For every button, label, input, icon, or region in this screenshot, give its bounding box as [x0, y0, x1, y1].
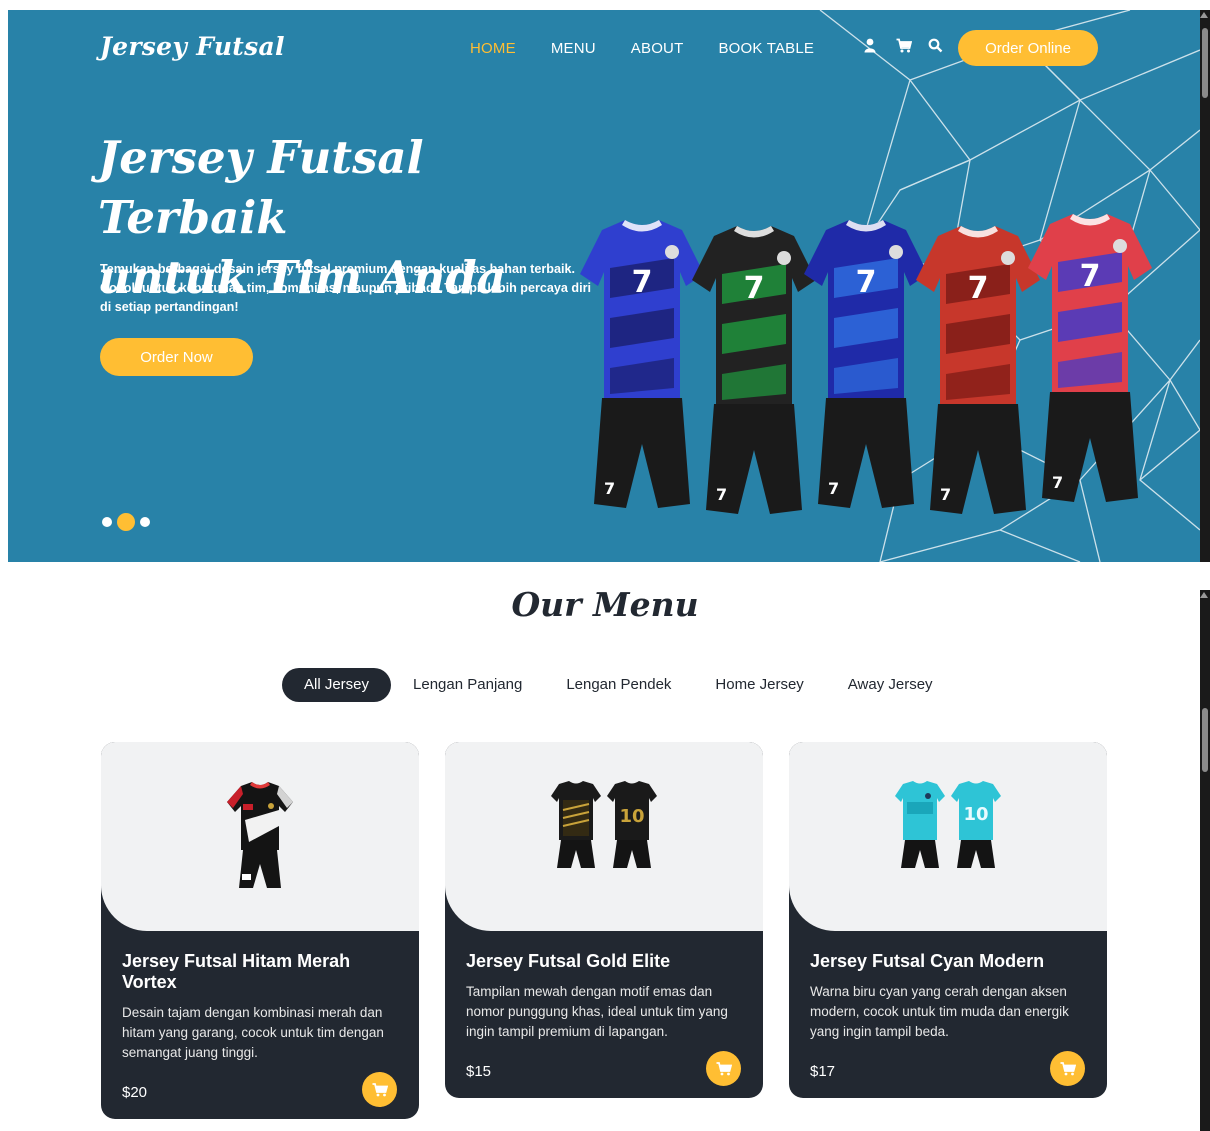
cart-icon — [1060, 1061, 1076, 1075]
add-to-cart-button[interactable] — [706, 1051, 741, 1086]
filter-lengan-pendek[interactable]: Lengan Pendek — [544, 668, 693, 702]
svg-text:7: 7 — [744, 271, 765, 306]
jersey-black-red-image — [227, 782, 293, 888]
cart-icon — [372, 1082, 388, 1096]
card-price: $15 — [466, 1063, 492, 1080]
svg-text:7: 7 — [828, 479, 839, 498]
card-description: Desain tajam dengan kombinasi merah dan … — [122, 1005, 384, 1060]
svg-text:7: 7 — [940, 485, 951, 504]
card-description: Tampilan mewah dengan motif emas dan nom… — [466, 984, 728, 1039]
add-to-cart-button[interactable] — [362, 1072, 397, 1107]
search-icon[interactable] — [928, 38, 944, 56]
svg-text:7: 7 — [1052, 473, 1063, 492]
card-price: $20 — [122, 1084, 148, 1101]
card-title: Jersey Futsal Gold Elite — [466, 951, 671, 971]
nav-icon-group — [864, 38, 944, 56]
cart-icon — [716, 1061, 732, 1075]
menu-card: 10 Jersey Futsal Gold Elite Tampilan mew… — [445, 742, 763, 1098]
card-image-area — [101, 742, 419, 931]
hero-jersey-3: 77 — [804, 220, 928, 508]
card-description: Warna biru cyan yang cerah dengan aksen … — [810, 984, 1069, 1039]
svg-text:10: 10 — [963, 804, 988, 825]
nav-link-about[interactable]: ABOUT — [631, 40, 684, 57]
filter-home-jersey[interactable]: Home Jersey — [693, 668, 825, 702]
svg-text:7: 7 — [968, 271, 989, 306]
svg-text:7: 7 — [1080, 259, 1101, 294]
carousel-dot-2[interactable] — [117, 513, 135, 531]
svg-text:7: 7 — [716, 485, 727, 504]
menu-filter-tabs: All Jersey Lengan Panjang Lengan Pendek … — [282, 668, 955, 702]
svg-text:7: 7 — [604, 479, 615, 498]
filter-away-jersey[interactable]: Away Jersey — [826, 668, 955, 702]
order-now-button[interactable]: Order Now — [100, 338, 253, 376]
hero-description: Temukan berbagai desain jersey futsal pr… — [100, 262, 591, 314]
hero-section: Jersey Futsal HOME MENU ABOUT BOOK TABLE… — [8, 10, 1200, 562]
scrollbar-top[interactable] — [1200, 10, 1210, 562]
filter-all-jersey[interactable]: All Jersey — [282, 668, 392, 702]
carousel-dot-3[interactable] — [140, 517, 150, 527]
site-logo[interactable]: Jersey Futsal — [100, 32, 285, 61]
hero-jersey-5: 77 — [1028, 214, 1152, 502]
nav-link-home[interactable]: HOME — [470, 40, 516, 57]
hero-jersey-4: 77 — [916, 226, 1040, 514]
card-image-area: 10 — [789, 742, 1107, 931]
menu-section-title: Our Menu — [511, 585, 699, 624]
cart-icon[interactable] — [896, 38, 913, 56]
hero-title-line-1: Jersey Futsal Terbaik — [98, 131, 424, 244]
card-price: $17 — [810, 1063, 836, 1080]
nav-link-menu[interactable]: MENU — [551, 40, 596, 57]
hero-jersey-2: 77 — [692, 226, 816, 514]
hero-jersey-1: 77 — [580, 220, 704, 508]
card-image-area: 10 — [445, 742, 763, 931]
svg-text:10: 10 — [619, 806, 644, 827]
card-title: Jersey Futsal Cyan Modern — [810, 951, 1045, 971]
menu-card: Jersey Futsal Hitam Merah Vortex Desain … — [101, 742, 419, 1119]
filter-lengan-panjang[interactable]: Lengan Panjang — [391, 668, 544, 702]
nav-link-book-table[interactable]: BOOK TABLE — [718, 40, 814, 57]
scrollbar-bottom[interactable] — [1200, 590, 1210, 1131]
svg-text:7: 7 — [856, 265, 877, 300]
jersey-gold-image: 10 — [551, 781, 657, 868]
add-to-cart-button[interactable] — [1050, 1051, 1085, 1086]
menu-card: 10 Jersey Futsal Cyan Modern Warna biru … — [789, 742, 1107, 1098]
hero-jersey-lineup-image: 7777777777 — [580, 214, 1152, 514]
card-title: Jersey Futsal Hitam Merah Vortex — [122, 951, 351, 992]
carousel-dot-1[interactable] — [102, 517, 112, 527]
user-icon[interactable] — [864, 38, 880, 56]
svg-text:7: 7 — [632, 265, 653, 300]
order-online-button[interactable]: Order Online — [958, 30, 1098, 66]
jersey-cyan-image: 10 — [895, 781, 1001, 868]
main-navigation: HOME MENU ABOUT BOOK TABLE — [470, 40, 814, 57]
carousel-indicators — [102, 513, 150, 531]
